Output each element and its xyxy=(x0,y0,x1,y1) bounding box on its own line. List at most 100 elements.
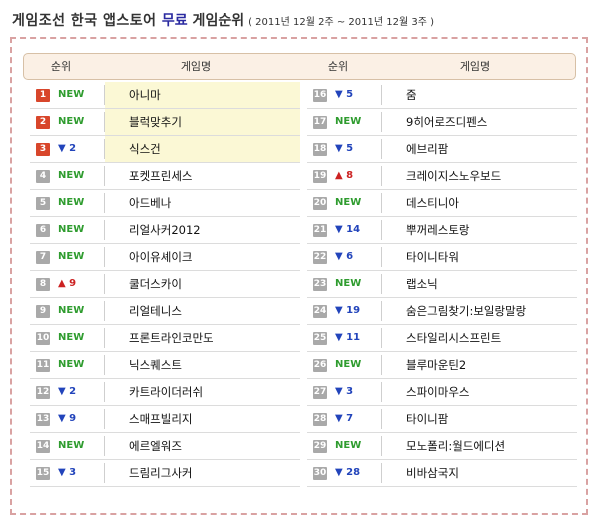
game-name[interactable]: 모노폴리:월드에디션 xyxy=(406,433,505,459)
ranking-row: 23 NEW 랩소닉 xyxy=(307,271,577,298)
game-name-cell: 뿌꺼레스토랑 xyxy=(382,217,577,243)
rank-change: NEW xyxy=(58,440,85,451)
game-name[interactable]: 리얼테니스 xyxy=(129,298,182,324)
game-name[interactable]: 프론트라인코만도 xyxy=(129,325,214,351)
game-name[interactable]: 비바삼국지 xyxy=(406,460,459,486)
game-name[interactable]: 에르엘워즈 xyxy=(129,433,182,459)
game-name[interactable]: 에브리팜 xyxy=(406,136,448,162)
rank-badge: 27 xyxy=(313,386,327,399)
rank-change: NEW xyxy=(335,278,362,289)
game-name-cell: 닉스퀘스트 xyxy=(105,352,300,378)
game-name[interactable]: 뿌꺼레스토랑 xyxy=(406,217,469,243)
rank-badge: 26 xyxy=(313,359,327,372)
game-name[interactable]: 타이니팜 xyxy=(406,406,448,432)
header-rank-left: 순위 xyxy=(50,60,72,73)
rank-badge: 12 xyxy=(36,386,50,399)
rank-change: ▼ 28 xyxy=(335,467,361,478)
ranking-row: 4 NEW 포켓프린세스 xyxy=(30,163,300,190)
rank-badge: 18 xyxy=(313,143,327,156)
game-name[interactable]: 블럭맞추기 xyxy=(129,109,182,135)
rank-change: NEW xyxy=(58,116,85,127)
game-name-cell: 아이유셰이크 xyxy=(105,244,300,270)
rank-change: NEW xyxy=(58,197,85,208)
ranking-row: 18 ▼ 5 에브리팜 xyxy=(307,136,577,163)
game-name-cell: 9히어로즈디펜스 xyxy=(382,109,577,135)
rank-change: ▼ 2 xyxy=(58,386,77,397)
rank-badge: 21 xyxy=(313,224,327,237)
page-title: 게임조선 한국 앱스토어 무료 게임순위( 2011년 12월 2주 ~ 201… xyxy=(12,8,434,32)
game-name[interactable]: 리얼사커2012 xyxy=(129,217,201,243)
rank-badge: 1 xyxy=(36,89,50,102)
rank-change: NEW xyxy=(335,116,362,127)
game-name[interactable]: 쿨더스카이 xyxy=(129,271,182,297)
game-name[interactable]: 랩소닉 xyxy=(406,271,438,297)
game-name-cell: 에르엘워즈 xyxy=(105,433,300,459)
game-name[interactable]: 스파이마우스 xyxy=(406,379,469,405)
game-name[interactable]: 블루마운틴2 xyxy=(406,352,466,378)
game-name[interactable]: 9히어로즈디펜스 xyxy=(406,109,487,135)
title-ranking: 게임순위 xyxy=(187,13,245,29)
rank-badge: 19 xyxy=(313,170,327,183)
ranking-row: 28 ▼ 7 타이니팜 xyxy=(307,406,577,433)
ranking-row: 14 NEW 에르엘워즈 xyxy=(30,433,300,460)
game-name[interactable]: 스매프빌리지 xyxy=(129,406,192,432)
header-name-left: 게임명 xyxy=(180,60,212,73)
rank-badge: 22 xyxy=(313,251,327,264)
game-name[interactable]: 숨은그림찾기:보일랑말랑 xyxy=(406,298,526,324)
title-period: ( 2011년 12월 2주 ~ 2011년 12월 3주 ) xyxy=(248,17,434,28)
game-name[interactable]: 식스건 xyxy=(129,136,161,162)
rank-change: NEW xyxy=(58,224,85,235)
rank-change: ▼ 5 xyxy=(335,89,354,100)
game-name[interactable]: 아이유셰이크 xyxy=(129,244,192,270)
game-name[interactable]: 드림리그사커 xyxy=(129,460,192,486)
rank-badge: 13 xyxy=(36,413,50,426)
rank-change: ▼ 9 xyxy=(58,413,77,424)
ranking-row: 17 NEW 9히어로즈디펜스 xyxy=(307,109,577,136)
rank-badge: 6 xyxy=(36,224,50,237)
game-name[interactable]: 아니마 xyxy=(129,82,161,108)
game-name-cell: 아니마 xyxy=(105,82,300,108)
game-name-cell: 랩소닉 xyxy=(382,271,577,297)
header-name-right: 게임명 xyxy=(459,60,491,73)
game-name[interactable]: 카트라이더러쉬 xyxy=(129,379,203,405)
rank-badge: 9 xyxy=(36,305,50,318)
game-name[interactable]: 스타일리시스프린트 xyxy=(406,325,501,351)
game-name[interactable]: 크레이지스노우보드 xyxy=(406,163,501,189)
game-name[interactable]: 타이니타워 xyxy=(406,244,459,270)
rank-change: NEW xyxy=(58,332,85,343)
rank-badge: 29 xyxy=(313,440,327,453)
rank-change: ▼ 2 xyxy=(58,143,77,154)
rank-badge: 20 xyxy=(313,197,327,210)
game-name-cell: 리얼사커2012 xyxy=(105,217,300,243)
rank-change: ▼ 7 xyxy=(335,413,354,424)
ranking-row: 5 NEW 아드베나 xyxy=(30,190,300,217)
ranking-row: 21 ▼ 14 뿌꺼레스토랑 xyxy=(307,217,577,244)
rank-change: ▼ 3 xyxy=(58,467,77,478)
rank-change: ▼ 19 xyxy=(335,305,361,316)
ranking-row: 25 ▼ 11 스타일리시스프린트 xyxy=(307,325,577,352)
rank-change: NEW xyxy=(58,170,85,181)
game-name[interactable]: 데스티니아 xyxy=(406,190,459,216)
rank-badge: 5 xyxy=(36,197,50,210)
ranking-row: 13 ▼ 9 스매프빌리지 xyxy=(30,406,300,433)
game-name-cell: 프론트라인코만도 xyxy=(105,325,300,351)
rank-badge: 17 xyxy=(313,116,327,129)
rank-change: NEW xyxy=(58,251,85,262)
title-free: 무료 xyxy=(161,13,188,29)
rank-badge: 25 xyxy=(313,332,327,345)
ranking-column-right: 16 ▼ 5 줌 17 NEW 9히어로즈디펜스 18 ▼ 5 에브리팜 19 ▲ 8 크레이지스노우… xyxy=(307,82,577,487)
rank-badge: 14 xyxy=(36,440,50,453)
title-main: 게임조선 한국 앱스토어 xyxy=(12,13,162,29)
rank-badge: 2 xyxy=(36,116,50,129)
game-name[interactable]: 줌 xyxy=(406,82,417,108)
rank-badge: 7 xyxy=(36,251,50,264)
rank-change: NEW xyxy=(335,440,362,451)
game-name-cell: 스파이마우스 xyxy=(382,379,577,405)
game-name-cell: 식스건 xyxy=(105,136,300,162)
game-name[interactable]: 닉스퀘스트 xyxy=(129,352,182,378)
rank-change: NEW xyxy=(335,359,362,370)
game-name[interactable]: 아드베나 xyxy=(129,190,171,216)
game-name[interactable]: 포켓프린세스 xyxy=(129,163,192,189)
game-name-cell: 데스티니아 xyxy=(382,190,577,216)
ranking-row: 9 NEW 리얼테니스 xyxy=(30,298,300,325)
